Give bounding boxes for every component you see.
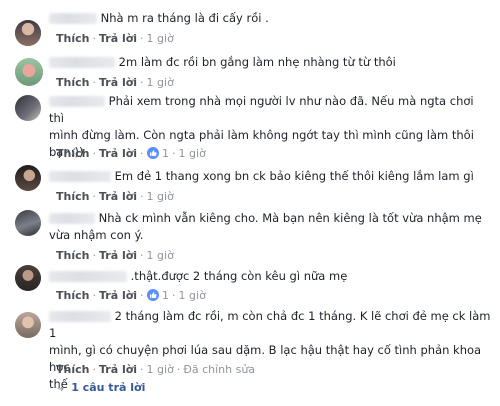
timestamp[interactable]: 1 giờ bbox=[147, 32, 174, 45]
like-link[interactable]: Thích bbox=[56, 190, 89, 203]
timestamp[interactable]: 1 giờ bbox=[179, 147, 206, 160]
comment-text: Nhà m ra tháng là đi cấy rồi . bbox=[49, 10, 492, 27]
reply-link[interactable]: Trả lời bbox=[99, 147, 137, 160]
author-name-redacted[interactable] bbox=[49, 311, 111, 322]
like-link[interactable]: Thích bbox=[56, 289, 89, 302]
reply-arrow-icon: ↳ bbox=[56, 381, 66, 394]
like-count[interactable]: 1 bbox=[162, 289, 169, 302]
author-name-redacted[interactable] bbox=[49, 171, 111, 182]
comment-actions: Thích · Trả lời · 1 giờ bbox=[56, 190, 174, 203]
like-reaction-icon[interactable] bbox=[146, 289, 159, 301]
author-name-redacted[interactable] bbox=[49, 213, 95, 224]
author-name-redacted[interactable] bbox=[49, 13, 97, 24]
timestamp[interactable]: 1 giờ bbox=[147, 363, 174, 376]
comment-actions: Thích · Trả lời · 1 · 1 giờ bbox=[56, 289, 206, 302]
reply-link[interactable]: Trả lời bbox=[99, 76, 137, 89]
like-link[interactable]: Thích bbox=[56, 32, 89, 45]
reply-link[interactable]: Trả lời bbox=[99, 249, 137, 262]
reply-link[interactable]: Trả lời bbox=[99, 32, 137, 45]
comment-text: .thật.được 2 tháng còn kêu gì nữa mẹ bbox=[49, 268, 492, 285]
timestamp[interactable]: 1 giờ bbox=[179, 289, 206, 302]
view-replies-link[interactable]: ↳ 1 câu trả lời bbox=[56, 381, 145, 394]
avatar[interactable] bbox=[15, 210, 41, 236]
timestamp[interactable]: 1 giờ bbox=[147, 76, 174, 89]
reply-link[interactable]: Trả lời bbox=[99, 363, 137, 376]
avatar[interactable] bbox=[15, 265, 41, 291]
timestamp[interactable]: 1 giờ bbox=[147, 190, 174, 203]
comment-text: 2m làm đc rồi bn gắng làm nhẹ nhàng từ t… bbox=[49, 54, 492, 71]
comment-actions: Thích · Trả lời · 1 giờ bbox=[56, 32, 174, 45]
comment-text: Nhà ck mình vẫn kiêng cho. Mà bạn nên ki… bbox=[49, 211, 482, 242]
like-reaction-icon[interactable] bbox=[146, 147, 159, 159]
avatar[interactable] bbox=[15, 20, 41, 46]
like-count[interactable]: 1 bbox=[162, 147, 169, 160]
like-link[interactable]: Thích bbox=[56, 147, 89, 160]
like-link[interactable]: Thích bbox=[56, 249, 89, 262]
comment-actions: Thích · Trả lời · 1 giờ bbox=[56, 76, 174, 89]
comment-actions: Thích · Trả lời · 1 giờ bbox=[56, 249, 174, 262]
avatar[interactable] bbox=[15, 165, 41, 191]
author-name-redacted[interactable] bbox=[49, 271, 127, 282]
reply-link[interactable]: Trả lời bbox=[99, 190, 137, 203]
reply-link[interactable]: Trả lời bbox=[99, 289, 137, 302]
comment-text: Em đẻ 1 thang xong bn ck bảo kiêng thế t… bbox=[49, 168, 492, 185]
edited-label[interactable]: Đã chỉnh sửa bbox=[183, 363, 255, 376]
avatar[interactable] bbox=[15, 95, 41, 121]
author-name-redacted[interactable] bbox=[49, 96, 105, 107]
comment-actions: Thích · Trả lời · 1 · 1 giờ bbox=[56, 147, 206, 160]
comment-actions: Thích · Trả lời · 1 giờ · Đã chỉnh sửa bbox=[56, 363, 256, 376]
avatar[interactable] bbox=[15, 58, 43, 86]
avatar[interactable] bbox=[15, 312, 41, 338]
like-link[interactable]: Thích bbox=[56, 76, 89, 89]
author-name-redacted[interactable] bbox=[49, 57, 115, 68]
replies-count-label: 1 câu trả lời bbox=[71, 381, 146, 394]
like-link[interactable]: Thích bbox=[56, 363, 89, 376]
timestamp[interactable]: 1 giờ bbox=[147, 249, 174, 262]
